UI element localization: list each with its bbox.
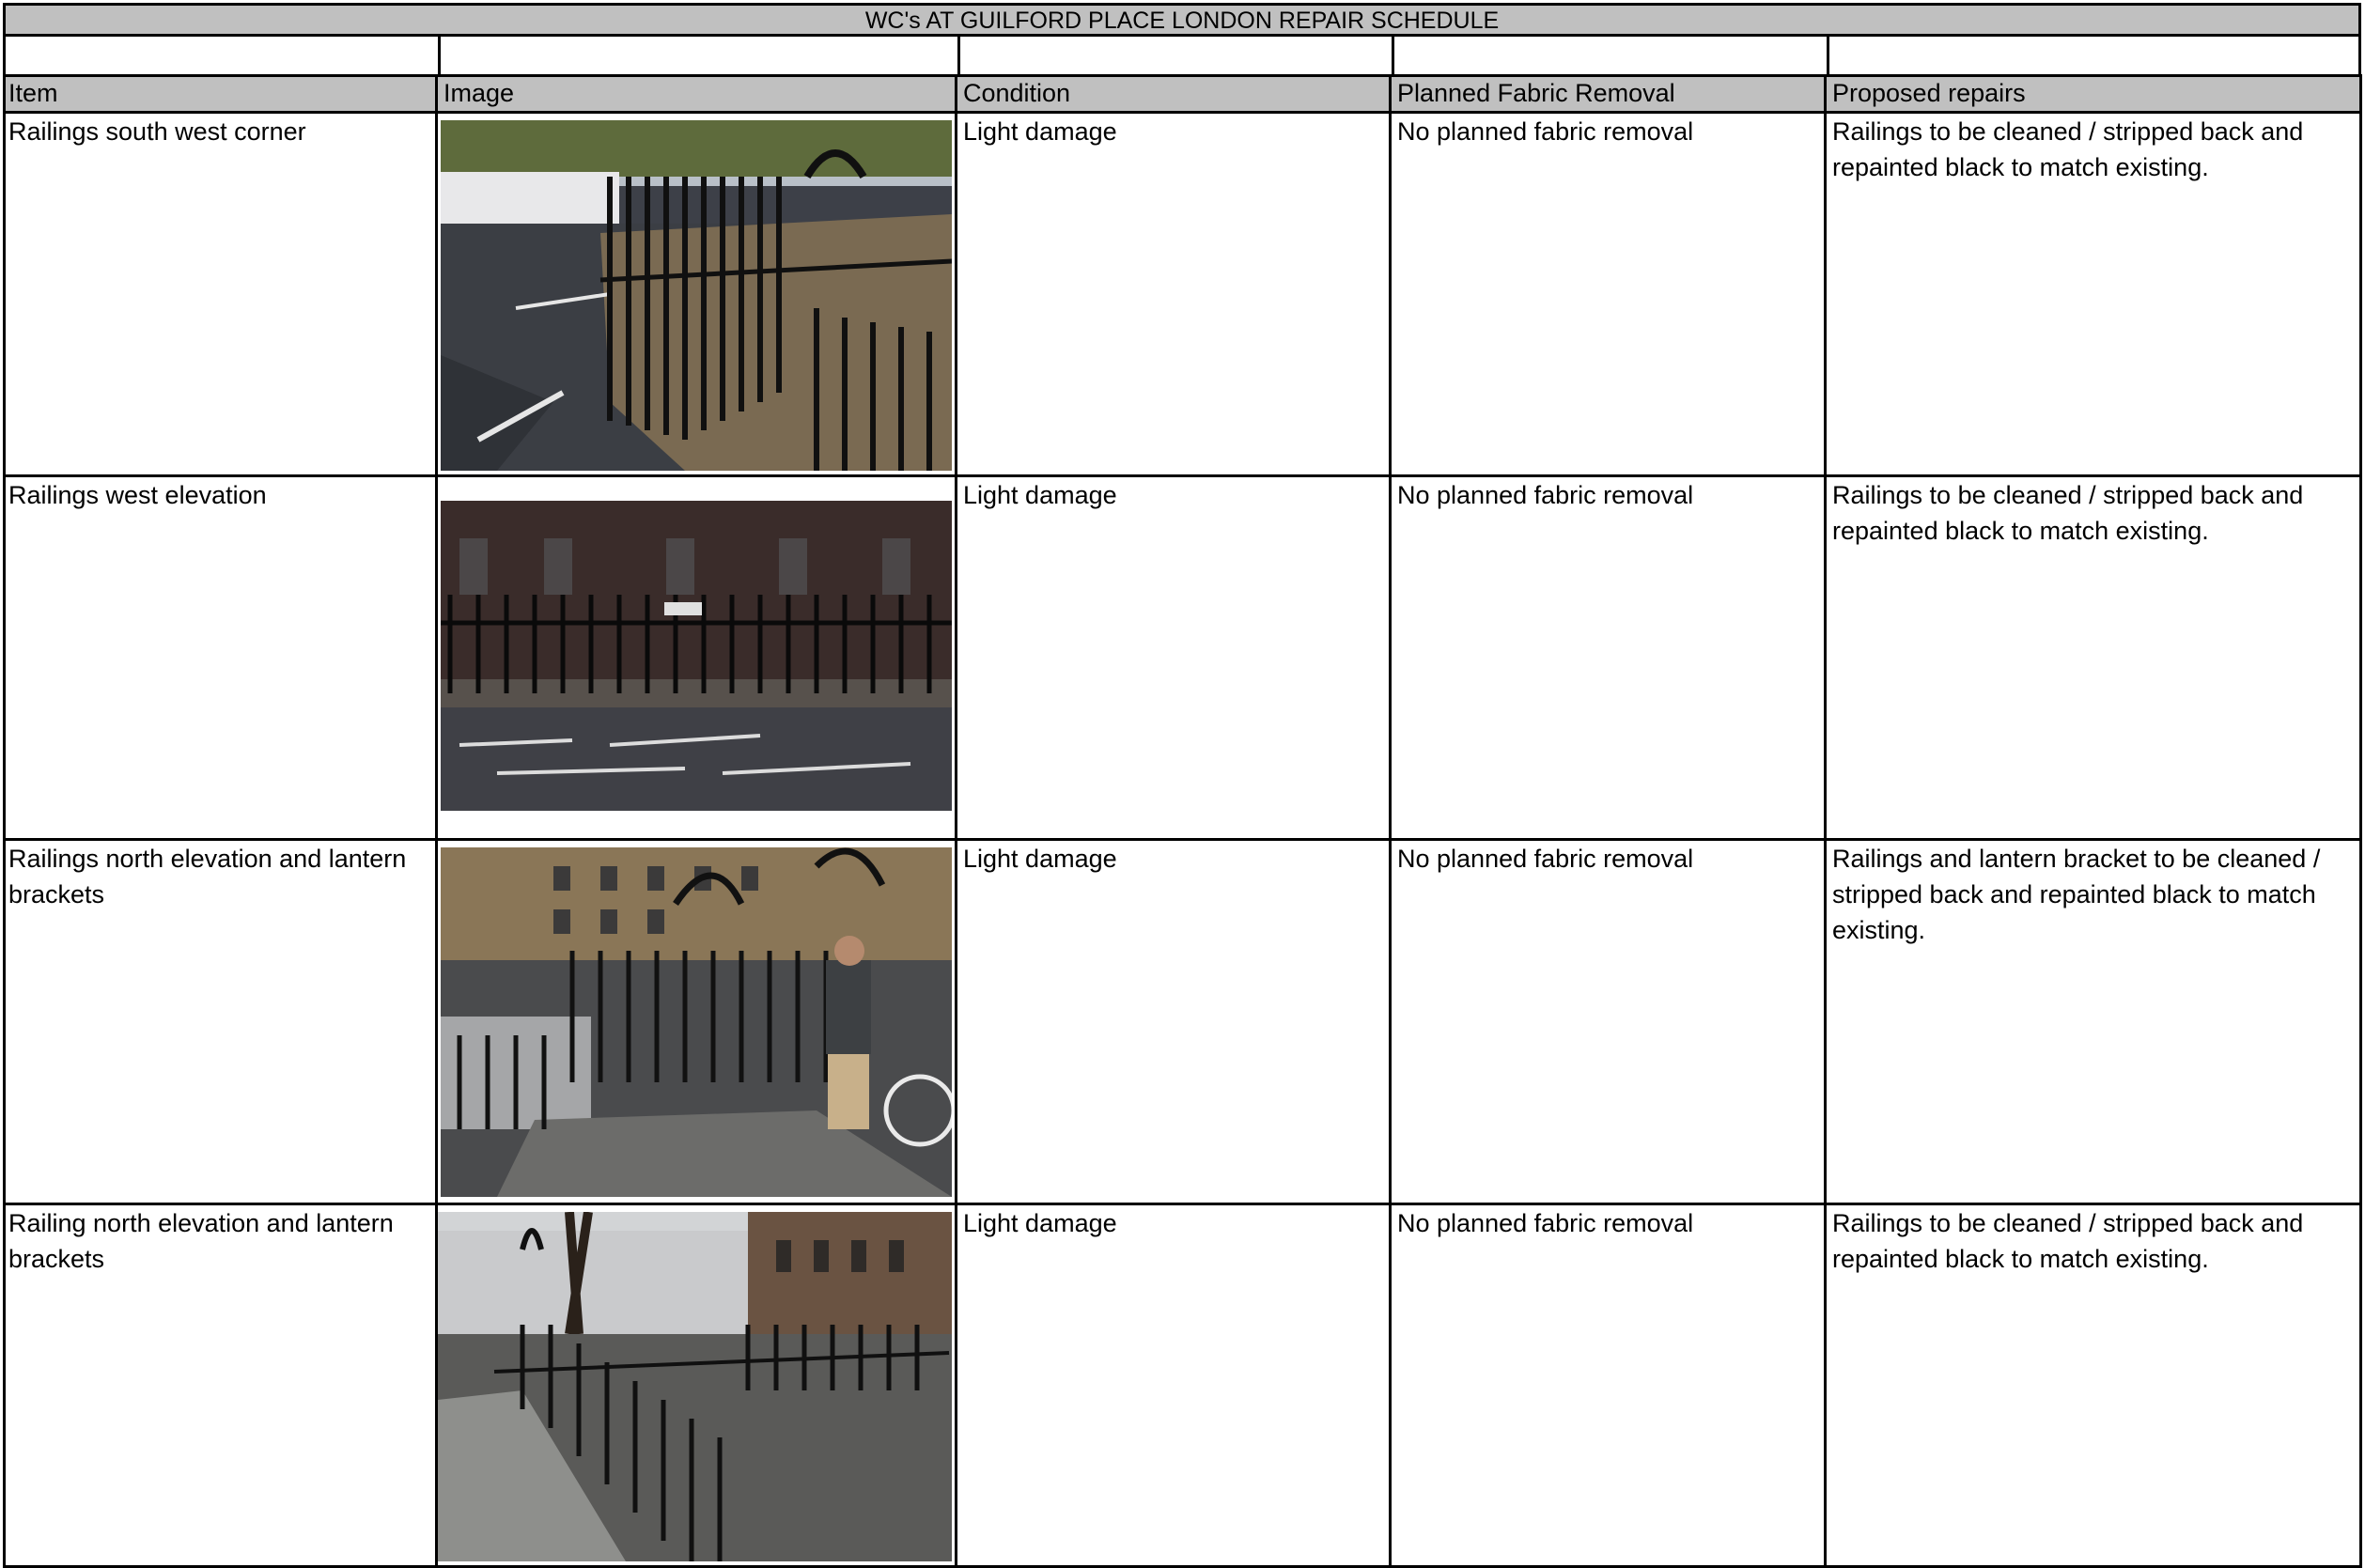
table-row: Railings south west corner Light damage … bbox=[0, 114, 2365, 474]
schedule-title: WC's AT GUILFORD PLACE LONDON REPAIR SCH… bbox=[3, 3, 2361, 37]
column-divider bbox=[1827, 37, 1829, 74]
condition-cell: Light damage bbox=[963, 481, 1117, 509]
header-fabric-removal: Planned Fabric Removal bbox=[1392, 74, 1824, 111]
repair-schedule-sheet: WC's AT GUILFORD PLACE LONDON REPAIR SCH… bbox=[0, 0, 2365, 1568]
table-row: Railings west elevation Light damage No … bbox=[0, 477, 2365, 838]
proposed-repairs-cell: Railings to be cleaned / stripped back a… bbox=[1832, 481, 2304, 545]
header-image: Image bbox=[438, 74, 956, 111]
grid-line bbox=[3, 111, 2362, 114]
fabric-removal-cell: No planned fabric removal bbox=[1397, 845, 1694, 873]
railings-south-west-corner-photo bbox=[441, 120, 952, 471]
railing-north-elevation-lantern-photo bbox=[438, 1212, 952, 1561]
header-item: Item bbox=[3, 74, 436, 111]
grid-line bbox=[1389, 74, 1392, 1568]
grid-line bbox=[1824, 74, 1827, 1568]
column-header-row: Item Image Condition Planned Fabric Remo… bbox=[0, 74, 2365, 111]
grid-line bbox=[3, 474, 2362, 477]
grid-line bbox=[435, 74, 438, 1568]
grid-line bbox=[3, 1203, 2362, 1205]
column-divider bbox=[438, 37, 441, 74]
table-row: Railings north elevation and lantern bra… bbox=[0, 841, 2365, 1203]
table-row: Railing north elevation and lantern brac… bbox=[0, 1205, 2365, 1565]
column-divider bbox=[1392, 37, 1394, 74]
grid-line bbox=[3, 74, 2362, 77]
proposed-repairs-cell: Railings and lantern bracket to be clean… bbox=[1832, 845, 2321, 944]
item-cell: Railings south west corner bbox=[8, 117, 306, 146]
header-proposed-repairs: Proposed repairs bbox=[1827, 74, 2361, 111]
item-cell: Railing north elevation and lantern brac… bbox=[8, 1209, 394, 1273]
grid-line bbox=[955, 74, 957, 1568]
item-cell: Railings west elevation bbox=[8, 481, 267, 509]
grid-line bbox=[3, 74, 6, 1568]
fabric-removal-cell: No planned fabric removal bbox=[1397, 117, 1694, 146]
blank-spacer-row bbox=[3, 37, 2361, 74]
column-divider bbox=[957, 37, 960, 74]
header-condition: Condition bbox=[957, 74, 1389, 111]
condition-cell: Light damage bbox=[963, 1209, 1117, 1237]
fabric-removal-cell: No planned fabric removal bbox=[1397, 481, 1694, 509]
railings-north-elevation-photo bbox=[441, 847, 952, 1197]
grid-line bbox=[3, 838, 2362, 841]
railings-west-elevation-photo bbox=[441, 501, 952, 811]
item-cell: Railings north elevation and lantern bra… bbox=[8, 845, 407, 908]
proposed-repairs-cell: Railings to be cleaned / stripped back a… bbox=[1832, 1209, 2304, 1273]
condition-cell: Light damage bbox=[963, 117, 1117, 146]
condition-cell: Light damage bbox=[963, 845, 1117, 873]
fabric-removal-cell: No planned fabric removal bbox=[1397, 1209, 1694, 1237]
proposed-repairs-cell: Railings to be cleaned / stripped back a… bbox=[1832, 117, 2304, 181]
grid-line bbox=[2359, 74, 2362, 1568]
